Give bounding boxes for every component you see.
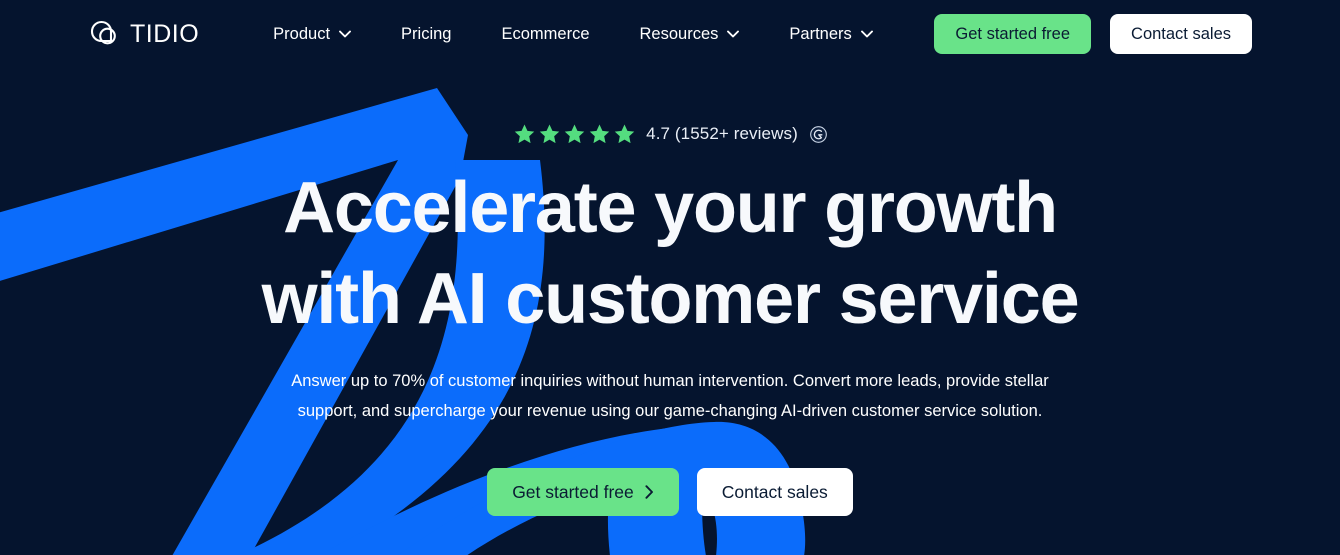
- header-contact-sales-button[interactable]: Contact sales: [1110, 14, 1252, 54]
- brand-name: TIDIO: [130, 19, 200, 48]
- site-header: TIDIO Product Pricing Ecommerce Resource…: [0, 0, 1340, 68]
- nav-item-label: Product: [273, 24, 331, 43]
- hero-section: 4.7 (1552+ reviews) Accelerate your grow…: [0, 68, 1340, 555]
- nav-item-resources[interactable]: Resources: [624, 18, 756, 51]
- star-icon: [564, 124, 585, 144]
- star-icon: [539, 124, 560, 144]
- g2-badge-icon[interactable]: [809, 125, 827, 143]
- hero-title-line-1: Accelerate your growth: [283, 168, 1058, 248]
- star-icon: [589, 124, 610, 144]
- chevron-down-icon: [860, 30, 873, 38]
- nav-item-pricing[interactable]: Pricing: [385, 18, 467, 51]
- header-get-started-free-button[interactable]: Get started free: [934, 14, 1092, 54]
- nav-item-label: Pricing: [401, 24, 452, 43]
- chevron-down-icon: [339, 30, 351, 38]
- nav-item-ecommerce[interactable]: Ecommerce: [485, 18, 605, 51]
- nav-item-label: Ecommerce: [501, 24, 590, 43]
- main-navigation: Product Pricing Ecommerce Resources Part…: [257, 18, 934, 51]
- nav-item-label: Partners: [789, 24, 852, 43]
- hero-primary-button-label: Get started free: [512, 481, 634, 502]
- hero-title-line-2: with AI customer service: [261, 258, 1080, 339]
- star-icon: [514, 124, 535, 144]
- hero-get-started-free-button[interactable]: Get started free: [487, 468, 679, 517]
- hero-actions: Get started free Contact sales: [487, 468, 853, 517]
- nav-item-label: Resources: [639, 24, 719, 43]
- page-title: Accelerate your growth with AI customer …: [261, 163, 1080, 344]
- nav-item-partners[interactable]: Partners: [773, 18, 888, 51]
- star-icon: [614, 124, 635, 144]
- rating-text: 4.7 (1552+ reviews): [646, 124, 798, 143]
- header-actions: Get started free Contact sales: [934, 14, 1252, 54]
- chevron-down-icon: [727, 30, 740, 38]
- hero-contact-sales-button[interactable]: Contact sales: [696, 468, 853, 517]
- chevron-right-icon: [645, 485, 653, 500]
- tidio-bubble-logo-icon: [90, 20, 116, 45]
- nav-item-product[interactable]: Product: [257, 18, 367, 51]
- star-rating: [513, 123, 636, 145]
- brand-logo-link[interactable]: TIDIO: [88, 18, 199, 50]
- hero-subtitle: Answer up to 70% of customer inquiries w…: [291, 372, 1049, 421]
- rating-block: 4.7 (1552+ reviews): [513, 123, 827, 145]
